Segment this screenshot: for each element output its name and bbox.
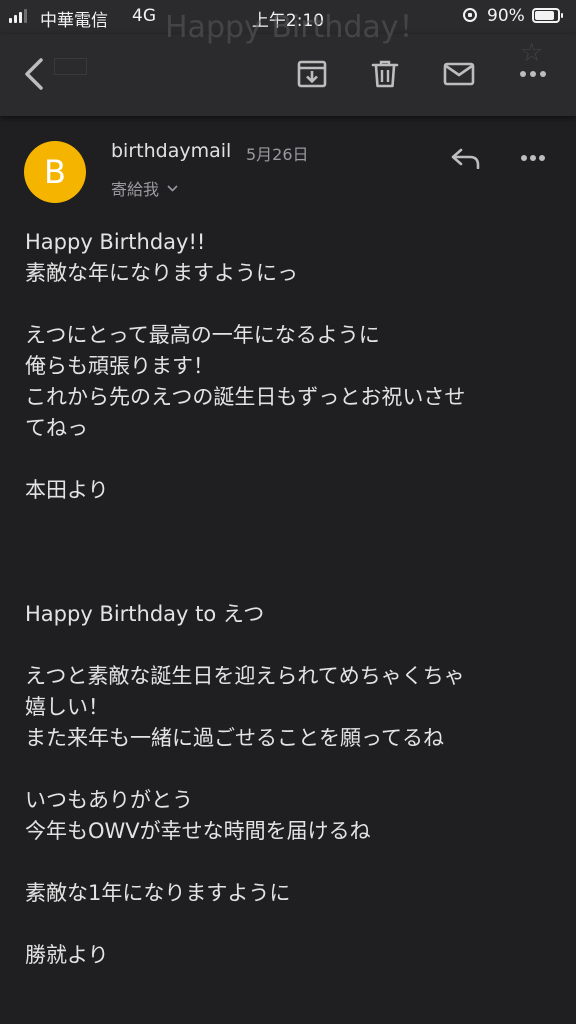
message-body-line: Happy Birthday to えつ [25, 602, 265, 626]
message-body-line: 嬉しい！ [25, 695, 109, 719]
message-body: Happy Birthday!! 素敵な年になりますようにっえつにとって最高の一年… [25, 227, 555, 971]
message-date: 5月26日 [246, 145, 309, 164]
back-button[interactable] [12, 52, 56, 96]
reply-button[interactable] [446, 140, 486, 176]
trash-icon [371, 60, 399, 88]
background-subject: Happy Birthday！ [165, 10, 429, 45]
message-body-line: えつと素敵な誕生日を迎えられてめちゃくちゃ [25, 664, 465, 688]
message-body-line: これから先のえつの誕生日もずっとお祝いさせ [25, 385, 466, 409]
orientation-lock-icon [463, 8, 477, 22]
mark-unread-button[interactable] [437, 52, 481, 96]
message-more-button[interactable] [513, 140, 553, 176]
message-body-line: 俺らも頑張ります！ [25, 354, 214, 378]
mail-icon [443, 62, 475, 86]
message-body-line: 素敵な年になりますようにっ [25, 261, 298, 285]
message-body-line [25, 289, 555, 320]
sender-name: birthdaymail [111, 140, 232, 162]
message-body-line [25, 506, 555, 537]
message-body-line: えつにとって最高の一年になるように [25, 323, 380, 347]
battery-percentage: 90% [487, 6, 525, 26]
message-body-line [25, 847, 555, 878]
more-horizontal-icon [521, 155, 545, 161]
message-body-line: 今年もOWVが幸せな時間を届けるね [25, 819, 371, 843]
more-horizontal-icon [520, 71, 546, 77]
message-body-line: Happy Birthday!! [25, 230, 206, 254]
message-body-line [25, 444, 555, 475]
sender-avatar[interactable]: B [24, 141, 86, 203]
battery-icon [532, 8, 563, 23]
more-options-button[interactable] [511, 52, 555, 96]
message-body-line: また来年も一緒に過ごせることを願ってるね [25, 726, 444, 750]
message-body-line [25, 537, 555, 568]
message-body-line: てねっ [25, 416, 88, 440]
message-body-line: いつもありがとう [25, 788, 193, 812]
archive-button[interactable] [290, 52, 334, 96]
message-body-line [25, 568, 555, 599]
reply-icon [451, 148, 480, 169]
inbox-label-tag [54, 58, 87, 75]
message-body-line [25, 909, 555, 940]
message-body-line [25, 754, 555, 785]
message-body-line: 素敵な1年になりますように [25, 881, 291, 905]
recipient-details-toggle[interactable]: 寄給我 [111, 176, 178, 200]
archive-icon [297, 60, 327, 88]
chevron-down-icon [167, 184, 178, 191]
message-body-line [25, 630, 555, 661]
delete-button[interactable] [363, 52, 407, 96]
back-arrow-icon [25, 58, 43, 90]
message-toolbar: Happy Birthday！ ☆ [0, 10, 576, 116]
recipient-label: 寄給我 [111, 180, 160, 199]
message-body-line: 勝就より [25, 943, 109, 967]
message-body-line: 本田より [25, 478, 109, 502]
